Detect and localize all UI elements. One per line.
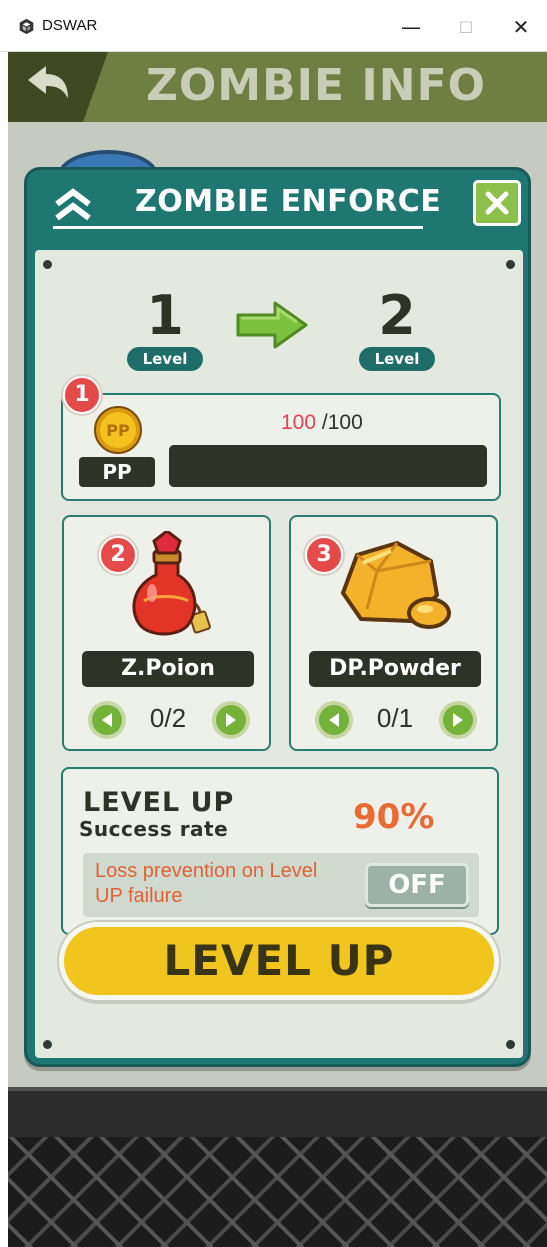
- double-chevron-up-icon: [55, 188, 91, 221]
- powder-name: DP.Powder: [309, 651, 481, 687]
- pp-label: PP: [79, 457, 155, 487]
- step-badge-3: 3: [305, 536, 343, 574]
- triangle-right-icon: [226, 713, 236, 727]
- right-arrow-icon: [236, 301, 308, 349]
- triangle-left-icon: [329, 713, 339, 727]
- back-arrow-icon[interactable]: [24, 62, 72, 106]
- pp-max: /100: [316, 411, 363, 434]
- next-level-label: Level: [359, 347, 435, 371]
- next-level-number: 2: [378, 284, 416, 347]
- gold-powder-icon: [341, 541, 451, 629]
- step-badge-1: 1: [63, 376, 101, 414]
- success-subtitle: Success rate: [79, 817, 229, 841]
- rivet: [506, 260, 515, 269]
- pp-progress-bar: [169, 445, 487, 487]
- maximize-button[interactable]: ☐: [443, 10, 489, 44]
- pp-count: 100 /100: [281, 411, 363, 435]
- dialog-header: ZOMBIE ENFORCE: [27, 170, 528, 250]
- level-up-button[interactable]: LEVEL UP: [59, 922, 499, 1000]
- rivet: [506, 1040, 515, 1049]
- item-card-potion: Z.Poion 0/2: [62, 515, 271, 751]
- powder-increase-button[interactable]: [439, 701, 477, 739]
- window-title: DSWAR: [42, 17, 98, 34]
- zombie-enforce-dialog: ZOMBIE ENFORCE 1 Level 2 Level PP PP 100…: [24, 167, 531, 1067]
- success-rate-section: LEVEL UP Success rate 90% Loss preventio…: [61, 767, 499, 935]
- chain-link-fence: [8, 1137, 547, 1247]
- pp-coin-icon: PP: [93, 405, 143, 455]
- powder-decrease-button[interactable]: [315, 701, 353, 739]
- potion-decrease-button[interactable]: [88, 701, 126, 739]
- app-cube-icon: [19, 18, 34, 35]
- current-level-number: 1: [146, 284, 184, 347]
- potion-increase-button[interactable]: [212, 701, 250, 739]
- close-icon: [485, 191, 509, 215]
- current-level-label: Level: [127, 347, 203, 371]
- close-window-button[interactable]: ✕: [498, 10, 544, 44]
- potion-name: Z.Poion: [82, 651, 254, 687]
- pp-current: 100: [281, 411, 317, 434]
- loss-prevention-toggle[interactable]: OFF: [365, 863, 469, 907]
- close-dialog-button[interactable]: [473, 180, 521, 226]
- minimize-button[interactable]: —: [388, 10, 434, 44]
- title-underline: [53, 226, 423, 229]
- powder-count: 0/1: [376, 703, 414, 733]
- pp-progress-fill: [169, 445, 487, 487]
- triangle-right-icon: [453, 713, 463, 727]
- step-badge-2: 2: [99, 536, 137, 574]
- potion-icon: [132, 531, 211, 636]
- fence-top-bar: [8, 1087, 547, 1137]
- dialog-title: ZOMBIE ENFORCE: [135, 184, 442, 219]
- svg-text:PP: PP: [106, 421, 130, 440]
- success-title: LEVEL UP: [83, 787, 235, 818]
- triangle-left-icon: [102, 713, 112, 727]
- potion-count: 0/2: [149, 703, 187, 733]
- loss-prevention-text: Loss prevention on Level UP failure: [95, 860, 318, 907]
- page-title: ZOMBIE INFO: [146, 60, 487, 111]
- rivet: [43, 1040, 52, 1049]
- loss-prevention-row: Loss prevention on Level UP failure OFF: [83, 853, 479, 917]
- success-rate-value: 90%: [353, 797, 435, 837]
- window-titlebar: DSWAR — ☐ ✕: [0, 0, 547, 52]
- pp-section: PP PP 100 /100: [61, 393, 501, 501]
- dialog-panel: 1 Level 2 Level PP PP 100 /100 1 Z.Poion…: [35, 250, 523, 1058]
- game-area: ZOMBIE INFO ZOMBIE ENFORCE 1 Level 2 Lev…: [8, 52, 547, 1247]
- rivet: [43, 260, 52, 269]
